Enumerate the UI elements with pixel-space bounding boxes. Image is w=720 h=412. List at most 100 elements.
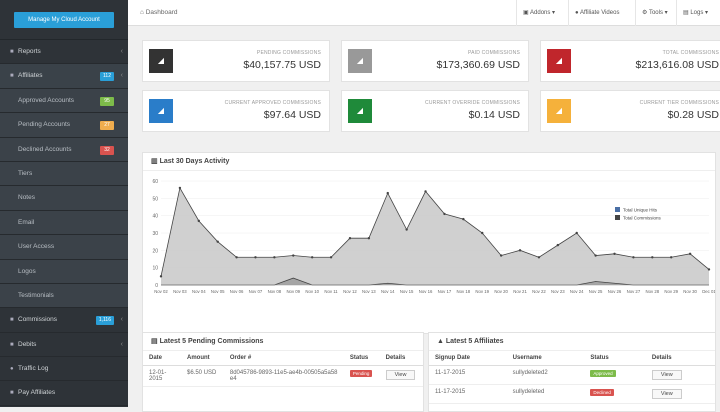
- x-tick-label: Nov 23: [551, 289, 565, 294]
- activity-chart: 0102030405060Nov 02 Nov 03 Nov 04 Nov 05 Nov…: [152, 179, 716, 294]
- sidebar-header: Manage My Cloud Account: [0, 0, 128, 40]
- y-tick-label: 60: [152, 179, 158, 185]
- y-tick-label: 10: [152, 266, 158, 272]
- sidebar-item-pay-affiliates[interactable]: ■ Pay Affiliates: [0, 381, 128, 406]
- trend-icon: ◢: [149, 49, 173, 73]
- x-tick-label: Nov 27: [627, 289, 641, 294]
- data-point: [481, 231, 484, 235]
- affiliates-title: ▲ Latest 5 Affiliates: [429, 333, 715, 351]
- col-order: Order #: [223, 351, 344, 366]
- stat-card: ◢ Pending Commissions $40,157.75 USD: [142, 40, 330, 82]
- view-button[interactable]: View: [651, 370, 682, 380]
- cell-signup-date: 11-17-2015: [429, 365, 507, 385]
- sidebar-item-approved-accounts[interactable]: Approved Accounts 95: [0, 88, 128, 114]
- x-tick-label: Nov 24: [570, 289, 584, 294]
- x-tick-label: Nov 07: [249, 289, 263, 294]
- x-tick-label: Nov 25: [589, 289, 603, 294]
- sidebar-item-affiliates[interactable]: ■ Affiliates 112 ‹: [0, 64, 128, 89]
- stat-value: $0.14 USD: [468, 109, 520, 121]
- sidebar-item-tiers[interactable]: Tiers: [0, 161, 128, 187]
- x-tick-label: Nov 03: [173, 289, 187, 294]
- x-tick-label: Nov 05: [211, 289, 225, 294]
- sidebar-item-user-access[interactable]: User Access: [0, 235, 128, 260]
- sidebar-item-logos[interactable]: Logos: [0, 259, 128, 284]
- data-point: [329, 256, 333, 259]
- menu-icon: ■: [10, 341, 14, 348]
- sidebar-item-notes[interactable]: Notes: [0, 186, 128, 211]
- pending-commissions-panel: ▤ Latest 5 Pending Commissions Date Amou…: [142, 332, 424, 412]
- sidebar-item-label: Traffic Log: [18, 365, 49, 373]
- affiliate-videos-menu[interactable]: ● Affiliate Videos: [568, 0, 625, 26]
- sidebar-item-pending-accounts[interactable]: Pending Accounts 27: [0, 113, 128, 138]
- data-point: [178, 186, 182, 190]
- count-badge: 1,116: [95, 316, 114, 326]
- x-tick-label: Nov 26: [608, 289, 622, 294]
- cell-username: sullydeleted: [506, 384, 585, 404]
- stat-value: $173,360.69 USD: [436, 59, 520, 71]
- x-tick-label: Nov 08: [268, 289, 282, 294]
- sidebar-item-label: Notes: [18, 194, 35, 202]
- data-point: [424, 190, 427, 193]
- col-date: Date: [143, 351, 181, 366]
- x-tick-label: Nov 10: [305, 289, 319, 294]
- sidebar-item-testimonials[interactable]: Testimonials: [0, 283, 128, 309]
- data-point: [254, 256, 257, 259]
- sidebar-item-label: Affiliates: [18, 72, 43, 80]
- data-point: [670, 256, 673, 259]
- sidebar-item-debits[interactable]: ■ Debits ‹: [0, 333, 128, 358]
- sidebar-item-traffic-log[interactable]: ● Traffic Log: [0, 357, 128, 382]
- breadcrumb[interactable]: ⌂ Dashboard: [140, 9, 178, 16]
- pending-table: Date Amount Order # Status Details 12-01…: [143, 351, 423, 387]
- pending-title: ▤ Latest 5 Pending Commissions: [143, 333, 423, 351]
- sidebar-item-label: Approved Accounts: [18, 96, 75, 104]
- sidebar-item-declined-accounts[interactable]: Declined Accounts 32: [0, 137, 128, 162]
- x-tick-label: Nov 06: [230, 289, 244, 294]
- tools-label: Tools: [648, 10, 663, 16]
- stat-card: ◢ Current Approved Commissions $97.64 USD: [142, 90, 330, 132]
- sidebar-item-label: Email: [18, 218, 35, 226]
- col-amount: Amount: [181, 351, 224, 366]
- x-tick-label: Nov 22: [532, 289, 546, 294]
- activity-title: ▥ Last 30 Days Activity: [143, 153, 715, 171]
- pending-title-label: Latest 5 Pending Commissions: [159, 338, 264, 345]
- legend-label: Total Commissions: [623, 216, 662, 221]
- x-tick-label: Nov 02: [154, 289, 168, 294]
- data-point: [216, 240, 219, 243]
- stat-card: ◢ Current Tier Commissions $0.28 USD: [540, 90, 720, 132]
- sidebar-item-reports[interactable]: ■ Reports ‹: [0, 40, 128, 65]
- data-point: [443, 212, 446, 216]
- data-point: [386, 191, 389, 195]
- menu-icon: ■: [10, 390, 14, 397]
- stat-value: $213,616.08 USD: [635, 59, 719, 71]
- stat-value: $40,157.75 USD: [243, 59, 321, 71]
- data-point: [688, 252, 692, 255]
- trend-icon: ◢: [348, 99, 372, 123]
- affiliate-videos-label: Affiliate Videos: [579, 10, 620, 16]
- view-button[interactable]: View: [651, 389, 682, 399]
- cell-username: sullydeleted2: [506, 365, 585, 385]
- data-point: [632, 256, 635, 259]
- y-tick-label: 40: [152, 214, 158, 220]
- chevron-left-icon: ‹: [120, 48, 123, 55]
- x-tick-label: Nov 18: [457, 289, 471, 294]
- stat-label: Current Approved Commissions: [224, 100, 321, 106]
- cell-status: Pending: [343, 365, 380, 387]
- stat-card: ◢ Current Override Commissions $0.14 USD: [341, 90, 529, 132]
- logs-label: Logs: [690, 10, 704, 16]
- x-tick-label: Nov 29: [664, 289, 678, 294]
- data-point: [292, 254, 295, 257]
- addons-menu[interactable]: ▣ Addons ▾: [516, 0, 561, 26]
- cell-status: Approved: [584, 365, 646, 385]
- data-point: [575, 231, 578, 235]
- data-point: [707, 268, 711, 271]
- stat-card: ◢ Total Commissions $213,616.08 USD: [540, 40, 720, 82]
- view-button[interactable]: View: [385, 370, 416, 380]
- tools-menu[interactable]: ⚙ Tools ▾: [635, 0, 674, 26]
- sidebar-item-email[interactable]: Email: [0, 210, 128, 236]
- menu-icon: ■: [10, 49, 14, 55]
- x-tick-label: Nov 28: [645, 289, 659, 294]
- sidebar-item-commissions[interactable]: ■ Commissions 1,116 ‹: [0, 308, 128, 333]
- manage-cloud-account-button[interactable]: Manage My Cloud Account: [14, 12, 114, 28]
- menu-icon: ●: [10, 366, 14, 373]
- logs-menu[interactable]: ▤ Logs ▾: [676, 0, 714, 26]
